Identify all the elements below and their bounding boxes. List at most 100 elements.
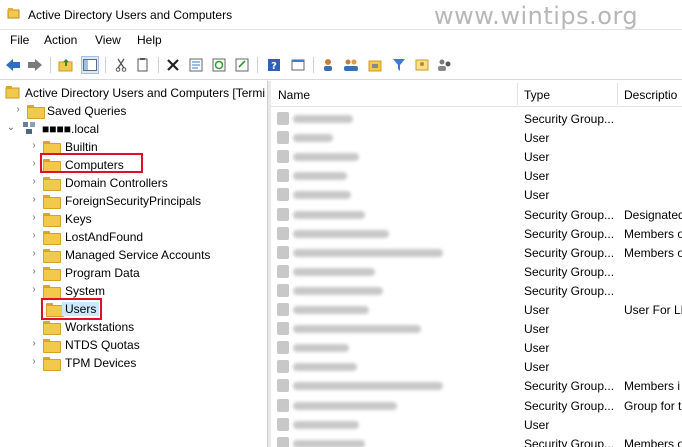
- user-icon: [277, 188, 289, 202]
- redacted-name: [293, 229, 389, 238]
- properties-icon[interactable]: [187, 56, 205, 74]
- tree-item-ntds-quotas[interactable]: › NTDS Quotas: [0, 336, 267, 354]
- chevron-right-icon[interactable]: ›: [29, 193, 39, 207]
- help-icon[interactable]: ?: [265, 56, 283, 74]
- user-icon: [277, 150, 289, 164]
- menu-bar: File Action View Help: [0, 30, 682, 51]
- mmc-console-icon[interactable]: [289, 56, 307, 74]
- add-to-group-icon[interactable]: [413, 56, 431, 74]
- tree-root-node[interactable]: Active Directory Users and Computers [Te…: [0, 84, 267, 102]
- list-row[interactable]: User: [271, 415, 682, 434]
- column-header-name[interactable]: Name: [278, 88, 310, 102]
- menu-file[interactable]: File: [10, 33, 29, 47]
- list-row[interactable]: User: [271, 357, 682, 376]
- folder-icon: [43, 229, 61, 245]
- row-type: Security Group...: [524, 245, 615, 260]
- redacted-name: [293, 248, 443, 257]
- chevron-right-icon[interactable]: ›: [29, 229, 39, 243]
- chevron-right-icon[interactable]: ›: [29, 283, 39, 297]
- delegate-control-icon[interactable]: [436, 56, 454, 74]
- delete-icon[interactable]: [164, 56, 182, 74]
- tree-item-domain-controllers[interactable]: › Domain Controllers: [0, 174, 267, 192]
- chevron-right-icon[interactable]: ›: [13, 103, 23, 117]
- chevron-right-icon[interactable]: ›: [29, 355, 39, 369]
- column-header-type[interactable]: Type: [524, 88, 550, 102]
- chevron-right-icon[interactable]: ›: [29, 247, 39, 261]
- list-row[interactable]: User: [271, 185, 682, 204]
- chevron-down-icon[interactable]: ⌄: [6, 121, 16, 135]
- chevron-right-icon[interactable]: ›: [29, 211, 39, 225]
- row-type: Security Group...: [524, 436, 615, 447]
- list-row[interactable]: User: [271, 338, 682, 357]
- details-list[interactable]: Name Type Descriptio Security Group... Us…: [271, 81, 682, 447]
- up-folder-icon[interactable]: [57, 56, 75, 74]
- tree-item-program-data[interactable]: › Program Data: [0, 264, 267, 282]
- window-title: Active Directory Users and Computers: [28, 8, 233, 22]
- export-list-icon[interactable]: [233, 56, 251, 74]
- column-divider[interactable]: [517, 83, 518, 105]
- console-tree[interactable]: Active Directory Users and Computers [Te…: [0, 81, 267, 447]
- row-description: User For LD: [624, 303, 682, 317]
- refresh-icon[interactable]: [210, 56, 228, 74]
- group-icon: [277, 226, 289, 240]
- column-divider[interactable]: [617, 83, 618, 105]
- user-icon: [277, 169, 289, 183]
- list-row[interactable]: Security Group... Members o: [271, 224, 682, 243]
- cut-icon[interactable]: [112, 56, 130, 74]
- user-icon: [277, 131, 289, 145]
- new-user-icon[interactable]: [319, 56, 337, 74]
- folder-icon: [43, 265, 61, 281]
- row-type: User: [524, 169, 550, 184]
- menu-action[interactable]: Action: [44, 33, 77, 47]
- tree-item-lost-and-found[interactable]: › LostAndFound: [0, 228, 267, 246]
- menu-help[interactable]: Help: [137, 33, 162, 47]
- list-row[interactable]: Security Group...: [271, 109, 682, 128]
- row-type: Security Group...: [524, 379, 615, 394]
- group-icon: [277, 436, 289, 447]
- column-header-description[interactable]: Descriptio: [624, 88, 677, 102]
- list-row[interactable]: User: [271, 319, 682, 338]
- list-row[interactable]: User: [271, 128, 682, 147]
- new-group-icon[interactable]: [342, 56, 360, 74]
- tree-item-workstations[interactable]: Workstations: [0, 318, 267, 336]
- redacted-name: [293, 267, 375, 276]
- tree-item-saved-queries[interactable]: › Saved Queries: [0, 102, 267, 120]
- tree-item-foreign-security-principals[interactable]: › ForeignSecurityPrincipals: [0, 192, 267, 210]
- chevron-right-icon[interactable]: ›: [29, 139, 39, 153]
- row-type: User: [524, 188, 550, 203]
- users-highlight-box: [41, 298, 102, 320]
- list-row[interactable]: Security Group...: [271, 281, 682, 300]
- list-row[interactable]: Security Group... Group for t: [271, 396, 682, 415]
- back-icon[interactable]: [4, 56, 22, 74]
- tree-item-keys[interactable]: › Keys: [0, 210, 267, 228]
- menu-view[interactable]: View: [95, 33, 121, 47]
- list-row[interactable]: Security Group... Designated: [271, 205, 682, 224]
- chevron-right-icon[interactable]: ›: [29, 265, 39, 279]
- copy-icon[interactable]: [134, 56, 152, 74]
- list-row[interactable]: User User For LD: [271, 300, 682, 319]
- chevron-right-icon[interactable]: ›: [29, 337, 39, 351]
- chevron-right-icon[interactable]: ›: [29, 175, 39, 189]
- filter-icon[interactable]: [390, 56, 408, 74]
- forward-icon[interactable]: [26, 56, 44, 74]
- show-console-tree-icon[interactable]: [81, 56, 99, 74]
- new-ou-icon[interactable]: [366, 56, 384, 74]
- row-type: User: [524, 131, 550, 146]
- tree-item-label: TPM Devices: [65, 356, 137, 370]
- list-row[interactable]: Security Group... Members o: [271, 243, 682, 262]
- user-icon: [277, 360, 289, 374]
- tree-item-domain[interactable]: ⌄ ■■■■.local: [0, 120, 267, 138]
- tree-item-label: NTDS Quotas: [65, 338, 140, 352]
- tree-item-managed-service-accounts[interactable]: › Managed Service Accounts: [0, 246, 267, 264]
- tree-item-tpm-devices[interactable]: › TPM Devices: [0, 354, 267, 372]
- list-row[interactable]: Security Group...: [271, 262, 682, 281]
- list-row[interactable]: Security Group... Members i: [271, 376, 682, 395]
- list-row[interactable]: User: [271, 166, 682, 185]
- tree-item-label: Domain Controllers: [65, 176, 168, 190]
- list-row[interactable]: Security Group... Members o: [271, 434, 682, 447]
- user-icon: [277, 303, 289, 316]
- tree-item-label: Managed Service Accounts: [65, 248, 211, 262]
- tree-item-label: Saved Queries: [47, 104, 127, 118]
- list-row[interactable]: User: [271, 147, 682, 166]
- chevron-right-icon[interactable]: ›: [29, 157, 39, 171]
